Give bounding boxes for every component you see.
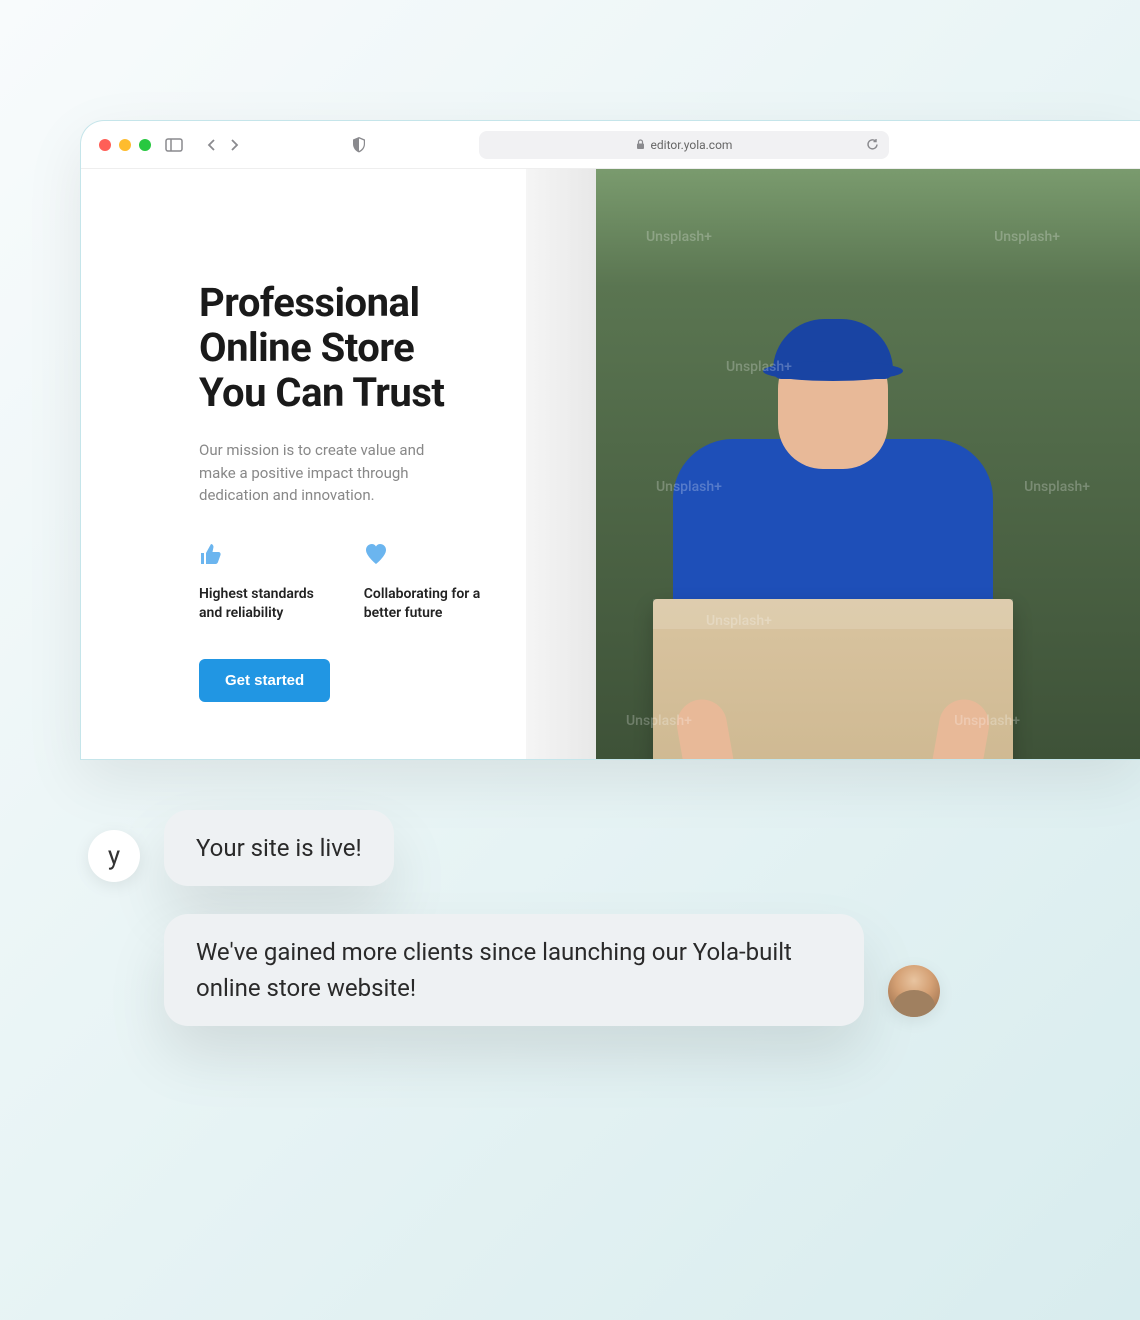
- lock-icon: [636, 139, 645, 150]
- get-started-button[interactable]: Get started: [199, 659, 330, 702]
- page-heading: Professional Online Store You Can Trust: [199, 281, 486, 415]
- watermark: Unsplash+: [706, 613, 772, 629]
- browser-window: editor.yola.com Professional Online Stor…: [80, 120, 1140, 760]
- back-button[interactable]: [207, 138, 217, 152]
- feature-text: Highest standards and reliability: [199, 585, 324, 623]
- traffic-lights: [99, 139, 151, 151]
- watermark: Unsplash+: [626, 713, 692, 729]
- bot-avatar: y: [88, 830, 140, 882]
- sidebar-toggle-icon[interactable]: [165, 138, 183, 152]
- mission-text: Our mission is to create value and make …: [199, 439, 459, 507]
- watermark: Unsplash+: [994, 229, 1060, 245]
- hero-text-section: Professional Online Store You Can Trust …: [81, 169, 526, 759]
- url-text: editor.yola.com: [651, 138, 733, 152]
- watermark: Unsplash+: [656, 479, 722, 495]
- feature-text: Collaborating for a better future: [364, 585, 486, 623]
- heart-icon: [364, 543, 486, 569]
- features-row: Highest standards and reliability Collab…: [199, 543, 486, 623]
- page-content: Professional Online Store You Can Trust …: [81, 169, 1140, 759]
- close-window-button[interactable]: [99, 139, 111, 151]
- bot-avatar-letter: y: [108, 841, 120, 871]
- hero-image-section: Unsplash+ Unsplash+ Unsplash+ Unsplash+ …: [526, 169, 1140, 759]
- watermark: Unsplash+: [1024, 479, 1090, 495]
- watermark: Unsplash+: [646, 229, 712, 245]
- address-bar[interactable]: editor.yola.com: [479, 131, 889, 159]
- chat-section: y Your site is live! We've gained more c…: [88, 810, 1080, 1054]
- chat-message-user: We've gained more clients since launchin…: [164, 914, 864, 1026]
- user-avatar: [888, 965, 940, 1017]
- thumbs-up-icon: [199, 543, 324, 569]
- privacy-shield-icon[interactable]: [352, 137, 366, 153]
- refresh-button[interactable]: [866, 138, 879, 151]
- nav-arrows: [207, 138, 239, 152]
- minimize-window-button[interactable]: [119, 139, 131, 151]
- delivery-person-image: Unsplash+ Unsplash+ Unsplash+ Unsplash+ …: [526, 169, 1140, 759]
- watermark: Unsplash+: [954, 713, 1020, 729]
- maximize-window-button[interactable]: [139, 139, 151, 151]
- browser-toolbar: editor.yola.com: [81, 121, 1140, 169]
- watermark: Unsplash+: [726, 359, 792, 375]
- user-avatar-image: [888, 965, 940, 1017]
- forward-button[interactable]: [229, 138, 239, 152]
- chat-message-bot: Your site is live!: [164, 810, 394, 886]
- feature-standards: Highest standards and reliability: [199, 543, 324, 623]
- feature-collaboration: Collaborating for a better future: [364, 543, 486, 623]
